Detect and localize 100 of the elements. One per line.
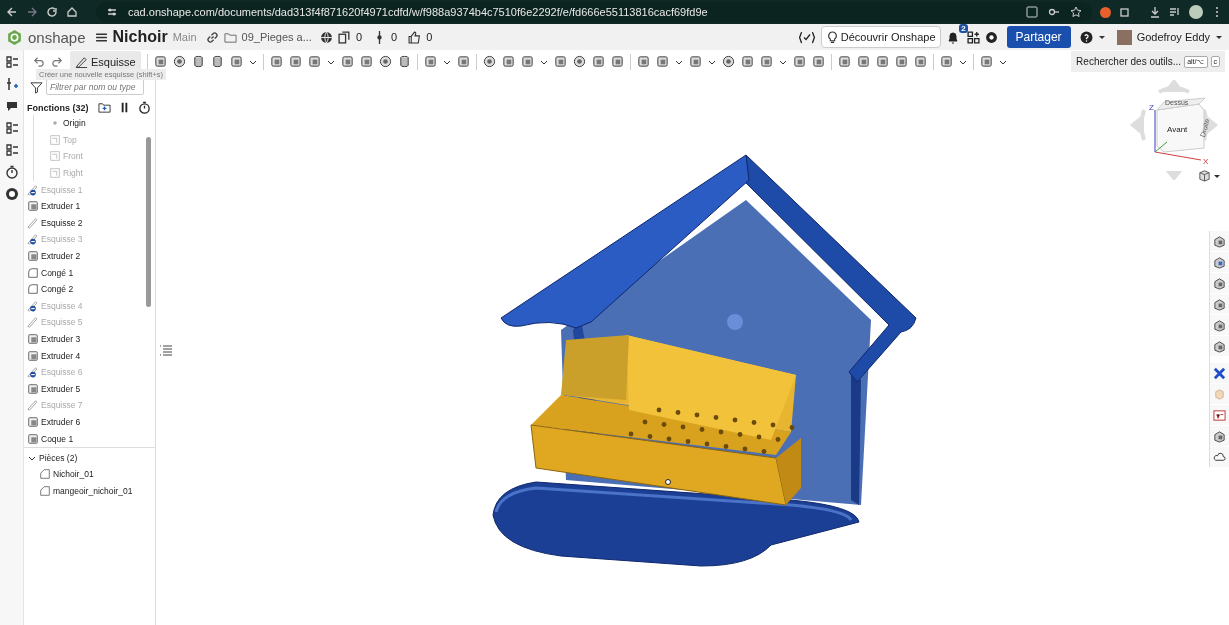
cylinder-tool-icon[interactable] [210, 55, 224, 68]
part-item[interactable]: Nichoir_01 [53, 469, 94, 480]
circle-tool-icon[interactable] [378, 55, 392, 68]
key-icon[interactable] [1048, 6, 1060, 18]
back-arrow-icon[interactable] [6, 6, 18, 18]
feature-item[interactable]: Extruder 3 [41, 334, 81, 344]
box-tool-icon[interactable] [229, 55, 243, 68]
box-tool-icon[interactable] [740, 55, 754, 68]
star-icon[interactable] [1070, 6, 1082, 18]
caret-icon[interactable] [1215, 33, 1223, 41]
folder-link[interactable]: 09_Pieges a... [241, 31, 312, 43]
box-tool-icon[interactable] [688, 55, 702, 68]
feature-list-icon[interactable] [4, 55, 19, 69]
box-tool-icon[interactable] [520, 55, 534, 68]
redo-icon[interactable] [51, 55, 64, 68]
caret-icon[interactable] [1097, 33, 1106, 41]
box-tool-icon[interactable] [792, 55, 806, 68]
box-tool-icon[interactable] [913, 55, 927, 68]
variable-braces-icon[interactable] [797, 30, 816, 44]
list-toggle-icon[interactable] [158, 343, 174, 359]
feature-item[interactable]: Extruder 1 [41, 201, 81, 212]
notes-icon[interactable] [4, 121, 19, 135]
box-tool-icon[interactable] [501, 55, 515, 68]
feature-item[interactable]: Coque 1 [41, 433, 74, 444]
home-icon[interactable] [66, 6, 78, 18]
hexagon-logo-icon[interactable] [6, 28, 23, 46]
feature-item[interactable]: Esquisse 2 [41, 217, 83, 228]
side-panel-button[interactable] [1210, 273, 1229, 293]
parts-heading[interactable]: Pièces (2) [39, 453, 78, 464]
reload-icon[interactable] [46, 6, 58, 18]
apps-grid-icon[interactable] [966, 30, 980, 44]
feature-item[interactable]: Extruder 4 [41, 350, 81, 361]
box-tool-icon[interactable] [759, 55, 773, 68]
box-tool-icon[interactable] [307, 55, 321, 68]
configuration-icon[interactable] [4, 143, 19, 157]
media-icon[interactable] [1169, 6, 1181, 18]
menu-icon[interactable] [94, 30, 108, 44]
feature-item[interactable]: Extruder 2 [41, 251, 81, 262]
side-panel-button[interactable] [1210, 336, 1229, 356]
box-tool-icon[interactable] [456, 55, 470, 68]
comment-bubble-icon[interactable] [4, 99, 19, 113]
discover-button[interactable]: Découvrir Onshape [820, 26, 941, 48]
side-panel-button[interactable] [1210, 231, 1229, 251]
filter-icon[interactable] [30, 80, 43, 94]
box-tool-icon[interactable] [288, 55, 302, 68]
side-panel-button[interactable] [1210, 363, 1229, 383]
chevron-icon[interactable] [28, 454, 36, 463]
box-tool-icon[interactable] [875, 55, 889, 68]
box-tool-icon[interactable] [423, 55, 437, 68]
feature-item[interactable]: Extruder 6 [41, 417, 81, 427]
box-tool-icon[interactable] [837, 55, 851, 68]
side-panel-button[interactable] [1210, 405, 1229, 425]
box-tool-icon[interactable] [856, 55, 870, 68]
box-tool-icon[interactable] [269, 55, 283, 68]
circle-tool-icon[interactable] [482, 55, 496, 68]
thumbs-up-icon[interactable] [408, 30, 422, 44]
box-tool-icon[interactable] [811, 55, 825, 68]
forward-arrow-icon[interactable] [26, 6, 38, 18]
circle-tool-icon[interactable] [172, 55, 186, 68]
cube-icon[interactable] [1198, 169, 1211, 182]
circle-tool-icon[interactable] [572, 55, 586, 68]
side-panel-button[interactable] [1210, 315, 1229, 335]
feature-item[interactable]: Extruder 5 [41, 383, 81, 394]
box-tool-icon[interactable] [655, 55, 669, 68]
box-tool-icon[interactable] [636, 55, 650, 68]
side-panel-button[interactable] [1210, 294, 1229, 314]
side-panel-button[interactable] [1210, 447, 1229, 467]
add-folder-icon[interactable] [97, 101, 111, 114]
user-avatar[interactable] [1116, 29, 1132, 45]
feature-item[interactable]: Congé 2 [41, 284, 74, 295]
box-tool-icon[interactable] [153, 55, 167, 68]
birdhouse-model-drawing[interactable] [492, 154, 917, 567]
profile-avatar[interactable] [1189, 5, 1203, 19]
link-icon[interactable] [205, 30, 219, 44]
box-tool-icon[interactable] [939, 55, 953, 68]
box-tool-icon[interactable] [979, 55, 993, 68]
copy-icon[interactable] [337, 30, 351, 44]
share-button[interactable]: Partager [1006, 26, 1071, 48]
cylinder-tool-icon[interactable] [191, 55, 205, 68]
circle-tool-icon[interactable] [721, 55, 735, 68]
side-panel-button[interactable] [1210, 252, 1229, 272]
address-bar[interactable]: cad.onshape.com/documents/dad313f4f871620f4971cdfd/w/f988a9374b4c7510f6e2292f/e/fd666e55113816cacf69fd9e [96, 2, 1092, 22]
side-panel-button[interactable] [1210, 426, 1229, 446]
user-name[interactable]: Godefroy Eddy [1136, 31, 1210, 43]
site-settings-icon[interactable] [106, 6, 118, 18]
globe-icon[interactable] [319, 30, 333, 44]
box-tool-icon[interactable] [553, 55, 567, 68]
cylinder-tool-icon[interactable] [397, 55, 411, 68]
box-tool-icon[interactable] [610, 55, 624, 68]
stopwatch-icon[interactable] [137, 101, 151, 114]
download-icon[interactable] [1149, 6, 1161, 18]
bell-icon[interactable] [945, 31, 960, 45]
box-tool-icon[interactable] [340, 55, 354, 68]
undo-icon[interactable] [32, 55, 45, 68]
box-tool-icon[interactable] [359, 55, 373, 68]
add-variable-icon[interactable] [4, 77, 19, 91]
feature-item[interactable]: Congé 1 [41, 267, 74, 278]
help-icon[interactable] [1079, 30, 1093, 44]
part-item[interactable]: mangeoir_nichoir_01 [53, 485, 133, 496]
feature-item[interactable]: Origin [63, 118, 86, 129]
